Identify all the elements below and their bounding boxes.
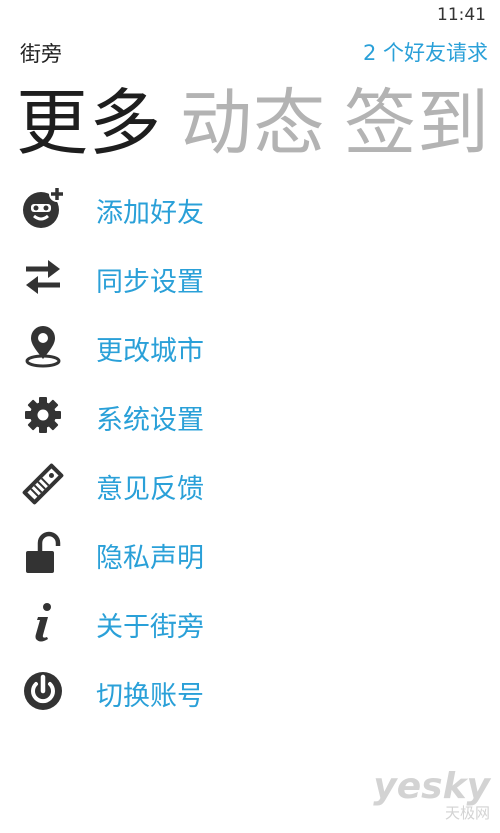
menu-item-sync-settings[interactable]: 同步设置 (0, 244, 500, 313)
watermark-logo: yesky (373, 766, 490, 807)
tab-checkin[interactable]: 签到 (344, 81, 490, 165)
add-friend-icon (20, 185, 66, 231)
location-pin-icon (20, 323, 66, 369)
menu-item-privacy[interactable]: 隐私声明 (0, 520, 500, 589)
watermark: yesky 天极网 (373, 766, 490, 822)
tab-activity[interactable]: 动态 (180, 81, 326, 165)
menu-item-about[interactable]: 关于街旁 (0, 589, 500, 658)
menu-label-feedback: 意见反馈 (96, 474, 204, 505)
menu-item-switch-account[interactable]: 切换账号 (0, 658, 500, 727)
gear-icon (20, 392, 66, 438)
unlock-icon (20, 530, 66, 576)
more-menu: 添加好友 同步设置 更改城市 系统设置 意见反馈 隐私声明 关于街旁 切换账号 (0, 175, 500, 727)
tag-icon (20, 461, 66, 507)
info-icon (20, 599, 66, 645)
menu-item-add-friend[interactable]: 添加好友 (0, 175, 500, 244)
pivot-header: 更多 动态 签到 (16, 78, 500, 170)
watermark-subtitle: 天极网 (444, 804, 490, 822)
menu-item-feedback[interactable]: 意见反馈 (0, 451, 500, 520)
friend-requests-link[interactable]: 2 个好友请求 (363, 37, 488, 67)
status-time: 11:41 (437, 5, 486, 25)
menu-label-change-city: 更改城市 (96, 336, 204, 367)
menu-label-privacy: 隐私声明 (96, 543, 204, 574)
sync-arrows-icon (20, 254, 66, 300)
menu-item-system-settings[interactable]: 系统设置 (0, 382, 500, 451)
app-title: 街旁 (20, 42, 62, 66)
power-icon (20, 668, 66, 714)
menu-label-sync-settings: 同步设置 (96, 267, 204, 298)
menu-label-switch-account: 切换账号 (96, 681, 204, 712)
menu-label-system-settings: 系统设置 (96, 405, 204, 436)
tab-more[interactable]: 更多 (16, 81, 162, 165)
menu-item-change-city[interactable]: 更改城市 (0, 313, 500, 382)
menu-label-about: 关于街旁 (96, 612, 204, 643)
menu-label-add-friend: 添加好友 (96, 198, 204, 229)
